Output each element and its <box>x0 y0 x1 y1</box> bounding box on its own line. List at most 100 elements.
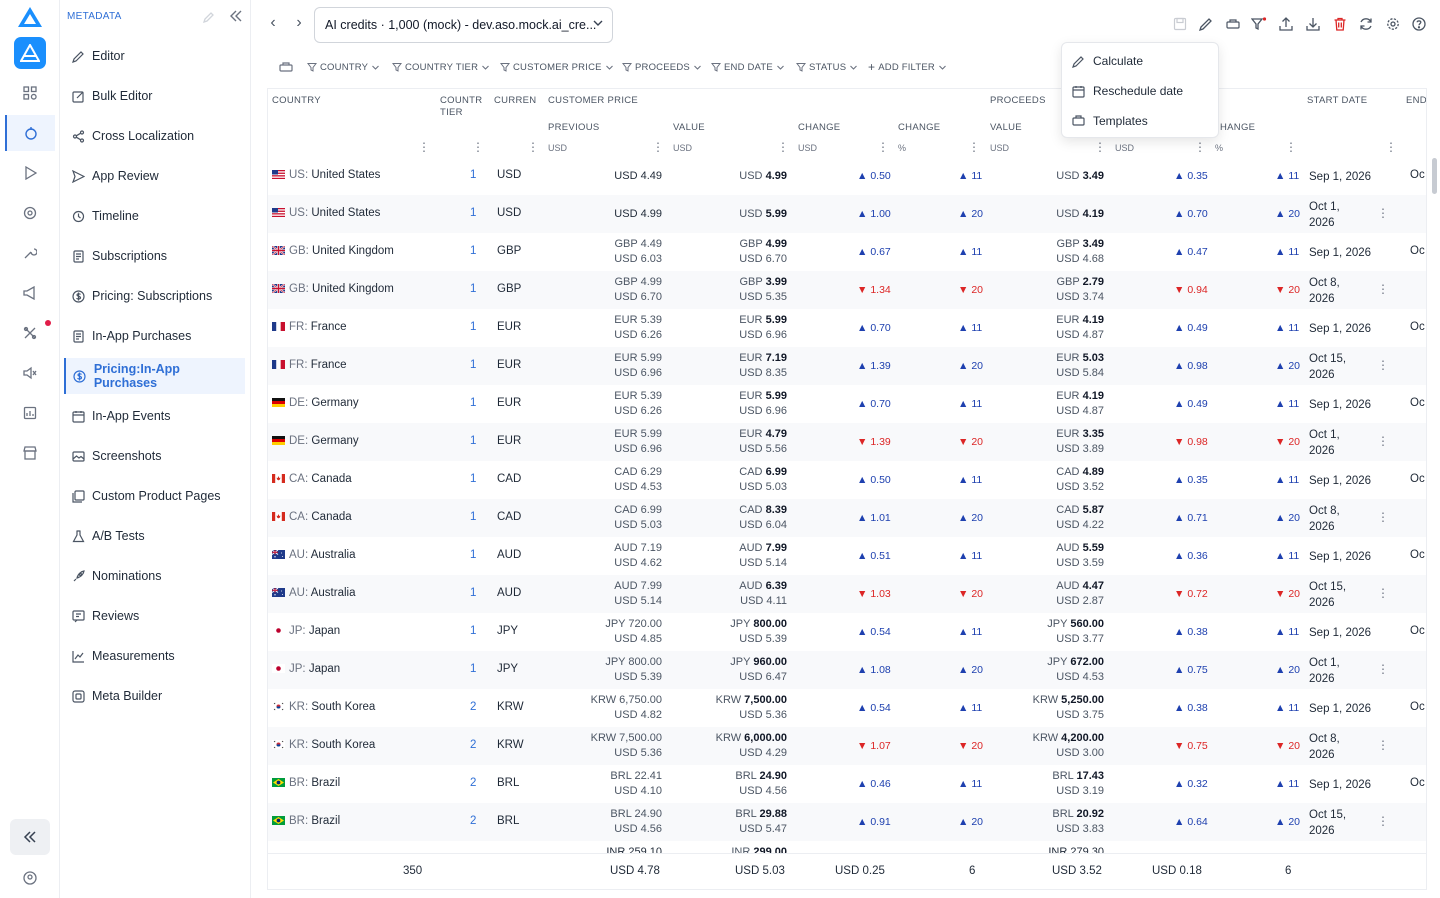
filter-country[interactable]: COUNTRY <box>307 55 380 79</box>
column-menu-icon[interactable]: ⋮ <box>527 140 539 154</box>
app-selector-dropdown[interactable]: AI credits · 1,000 (mock) - dev.aso.mock… <box>314 7 613 43</box>
previous-price-cell[interactable]: AUD 7.99 USD 5.14 <box>548 579 662 609</box>
proceeds-cell[interactable]: USD 3.49 <box>990 169 1104 184</box>
sound-icon[interactable] <box>20 363 40 383</box>
start-date-cell[interactable]: Sep 1, 2026 <box>1309 321 1389 337</box>
header-proceeds[interactable]: PROCEEDS <box>990 95 1046 106</box>
table-row[interactable]: DE: Germany 1 EUR EUR 5.39 USD 6.26 EUR 5.99 U… <box>268 385 1426 423</box>
header-start-date[interactable]: START DATE <box>1307 95 1367 106</box>
country-cell[interactable]: FR: France <box>272 359 347 371</box>
change-pct-cell[interactable]: ▲ 20 <box>958 360 983 372</box>
header-end-date[interactable]: END <box>1406 95 1426 106</box>
proceeds-cell[interactable]: EUR 5.03 USD 5.84 <box>990 351 1104 381</box>
proceeds-pct-cell[interactable]: ▲ 20 <box>1275 816 1300 828</box>
country-cell[interactable]: BR: Brazil <box>272 815 340 827</box>
proceeds-pct-cell[interactable]: ▲ 11 <box>1275 550 1299 562</box>
proceeds-change-cell[interactable]: ▲ 0.47 <box>1174 246 1208 258</box>
column-menu-icon[interactable]: ⋮ <box>968 140 980 154</box>
metadata-nav-icon[interactable] <box>5 115 55 151</box>
previous-price-cell[interactable]: EUR 5.39 USD 6.26 <box>548 389 662 419</box>
change-pct-cell[interactable]: ▲ 11 <box>958 474 982 486</box>
end-date-cell[interactable]: Oc <box>1410 701 1425 713</box>
sidebar-item-pricing-subscriptions[interactable]: Pricing: Subscriptions <box>64 278 245 314</box>
start-date-cell[interactable]: Sep 1, 2026 <box>1309 397 1389 413</box>
row-menu-icon[interactable]: ⋮ <box>1377 206 1389 220</box>
value-price-cell[interactable]: JPY 960.00 USD 6.47 <box>673 655 787 685</box>
edit-icon[interactable] <box>1197 15 1215 33</box>
sidebar-item-measurements[interactable]: Measurements <box>64 638 245 674</box>
change-pct-cell[interactable]: ▲ 11 <box>958 626 982 638</box>
column-menu-icon[interactable]: ⋮ <box>652 140 664 154</box>
start-date-cell[interactable]: Sep 1, 2026 <box>1309 169 1389 185</box>
start-date-cell[interactable]: Sep 1, 2026 <box>1309 625 1389 641</box>
change-cell[interactable]: ▲ 0.91 <box>857 816 891 828</box>
currency-cell[interactable]: CAD <box>497 511 521 523</box>
tier-cell[interactable]: 1 <box>470 169 476 181</box>
previous-price-cell[interactable]: EUR 5.99 USD 6.96 <box>548 351 662 381</box>
value-price-cell[interactable]: INR 299.00 <box>673 845 787 853</box>
change-cell[interactable]: ▼ 1.34 <box>857 284 891 296</box>
proceeds-pct-cell[interactable]: ▼ 20 <box>1275 740 1300 752</box>
collapse-sidebar-icon[interactable] <box>10 819 50 855</box>
proceeds-cell[interactable]: KRW 4,200.00 USD 3.00 <box>990 731 1104 761</box>
tier-cell[interactable]: 1 <box>470 245 476 257</box>
proceeds-change-cell[interactable]: ▲ 0.75 <box>1174 664 1208 676</box>
start-date-cell[interactable]: Oct 15, 2026 <box>1309 351 1361 383</box>
refresh-icon[interactable] <box>1357 15 1375 33</box>
start-date-cell[interactable]: Oct 15, 2026 <box>1309 579 1361 611</box>
column-menu-icon[interactable]: ⋮ <box>1285 140 1297 154</box>
previous-price-cell[interactable]: KRW 7,500.00 USD 5.36 <box>548 731 662 761</box>
row-menu-icon[interactable]: ⋮ <box>1377 510 1389 524</box>
sidebar-item-bulk-editor[interactable]: Bulk Editor <box>64 78 245 114</box>
tier-cell[interactable]: 1 <box>470 625 476 637</box>
previous-price-cell[interactable]: GBP 4.49 USD 6.03 <box>548 237 662 267</box>
row-menu-icon[interactable]: ⋮ <box>1377 662 1389 676</box>
download-icon[interactable] <box>1304 15 1322 33</box>
currency-cell[interactable]: JPY <box>497 625 518 637</box>
report-icon[interactable] <box>20 403 40 423</box>
tier-cell[interactable]: 1 <box>470 511 476 523</box>
change-cell[interactable]: ▲ 0.54 <box>857 626 891 638</box>
sidebar-item-timeline[interactable]: Timeline <box>64 198 245 234</box>
tier-cell[interactable]: 1 <box>470 473 476 485</box>
table-row[interactable]: GB: United Kingdom 1 GBP GBP 4.99 USD 6.70 GB… <box>268 271 1426 309</box>
previous-price-cell[interactable]: JPY 720.00 USD 4.85 <box>548 617 662 647</box>
change-pct-cell[interactable]: ▲ 11 <box>958 322 982 334</box>
proceeds-change-cell[interactable]: ▲ 0.49 <box>1174 322 1208 334</box>
proceeds-pct-cell[interactable]: ▲ 20 <box>1275 512 1300 524</box>
row-menu-icon[interactable]: ⋮ <box>1377 586 1389 600</box>
table-row[interactable]: US: United States 1 USD USD 4.49 USD 4.99 ▲ 0… <box>268 157 1426 195</box>
proceeds-pct-cell[interactable]: ▲ 11 <box>1275 170 1299 182</box>
row-menu-icon[interactable]: ⋮ <box>1377 434 1389 448</box>
tier-cell[interactable]: 1 <box>470 435 476 447</box>
country-cell[interactable]: FR: France <box>272 321 347 333</box>
change-cell[interactable]: ▲ 0.46 <box>857 778 891 790</box>
sidebar-item-nominations[interactable]: Nominations <box>64 558 245 594</box>
filter-country-tier[interactable]: COUNTRY TIER <box>392 55 490 79</box>
tier-cell[interactable]: 1 <box>470 207 476 219</box>
change-pct-cell[interactable]: ▼ 20 <box>958 436 983 448</box>
proceeds-pct-cell[interactable]: ▼ 20 <box>1275 436 1300 448</box>
table-row[interactable]: AU: Australia 1 AUD AUD 7.19 USD 4.62 AUD 7.9… <box>268 537 1426 575</box>
target-icon[interactable] <box>20 203 40 223</box>
edit-pencil-icon[interactable] <box>202 11 215 26</box>
currency-cell[interactable]: AUD <box>497 587 521 599</box>
wrench-icon[interactable] <box>20 243 40 263</box>
tier-cell[interactable]: 1 <box>470 549 476 561</box>
start-date-cell[interactable]: Sep 1, 2026 <box>1309 473 1389 489</box>
value-price-cell[interactable]: GBP 4.99 USD 6.70 <box>673 237 787 267</box>
table-row[interactable]: JP: Japan 1 JPY JPY 800.00 USD 5.39 JPY 960.0… <box>268 651 1426 689</box>
country-cell[interactable]: JP: Japan <box>272 625 340 637</box>
proceeds-change-cell[interactable]: ▼ 0.75 <box>1174 740 1208 752</box>
currency-cell[interactable]: BRL <box>497 777 519 789</box>
change-cell[interactable]: ▲ 0.50 <box>857 170 891 182</box>
proceeds-pct-cell[interactable]: ▼ 20 <box>1275 588 1300 600</box>
proceeds-change-cell[interactable]: ▲ 0.35 <box>1174 170 1208 182</box>
country-cell[interactable]: US: United States <box>272 207 380 219</box>
tier-cell[interactable]: 2 <box>470 815 476 827</box>
value-price-cell[interactable]: EUR 5.99 USD 6.96 <box>673 389 787 419</box>
change-cell[interactable]: ▲ 0.70 <box>857 322 891 334</box>
sidebar-item-screenshots[interactable]: Screenshots <box>64 438 245 474</box>
table-row[interactable]: INR 259.10 INR 299.00 INR 279.30 <box>268 841 1426 853</box>
row-menu-icon[interactable]: ⋮ <box>1377 814 1389 828</box>
